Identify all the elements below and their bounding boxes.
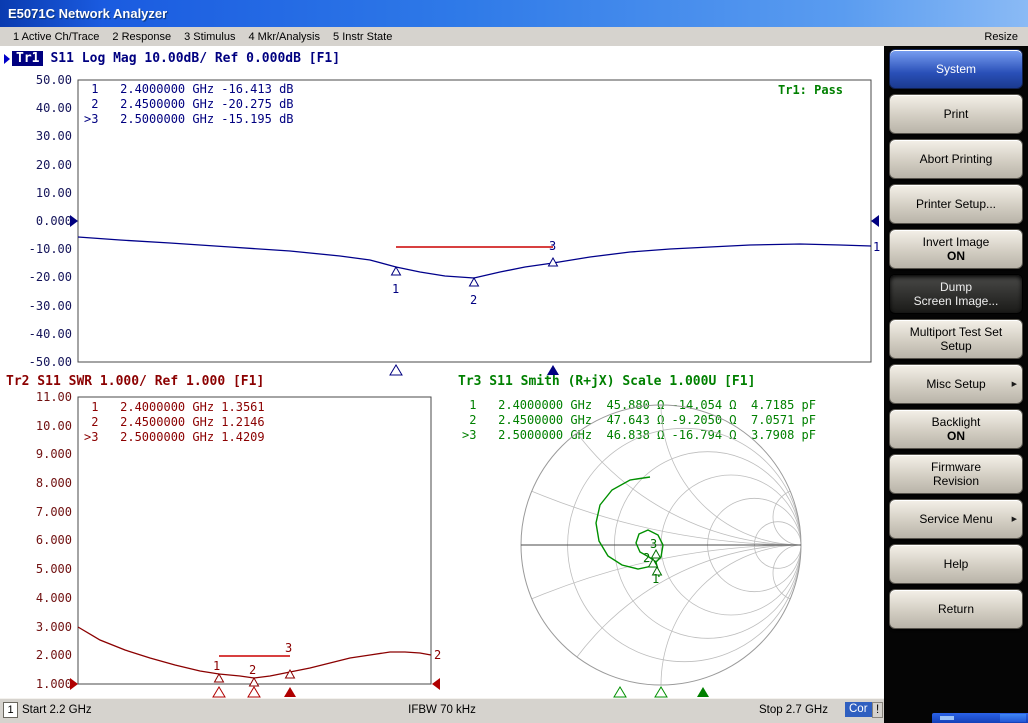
- limit-test-result: Tr1: Pass: [778, 83, 843, 97]
- softkey-help[interactable]: Help: [889, 544, 1023, 584]
- menu-item[interactable]: 1 Active Ch/Trace: [13, 31, 99, 43]
- menu-item[interactable]: 3 Stimulus: [184, 31, 235, 43]
- marker-readout-row: 1 2.4000000 GHz 45.880 Ω -14.054 Ω 4.718…: [462, 398, 816, 413]
- softkey-label: Service Menu: [919, 512, 992, 526]
- softkey-system[interactable]: System: [889, 49, 1023, 89]
- y-axis-tick: -50.00: [24, 355, 72, 369]
- y-axis-tick: 11.00: [24, 390, 72, 404]
- instrument-screen: E5071C Network Analyzer 1 Active Ch/Trac…: [0, 0, 1028, 723]
- menu-item[interactable]: 4 Mkr/Analysis: [248, 31, 320, 43]
- softkey-misc-setup[interactable]: Misc Setup ▶: [889, 364, 1023, 404]
- softkey-label: Revision: [933, 474, 979, 488]
- softkey-dump-screen-image[interactable]: DumpScreen Image...: [889, 274, 1023, 314]
- plot-area: [0, 46, 884, 698]
- y-axis-tick: 0.000: [24, 214, 72, 228]
- softkey-multiport-test-set-setup[interactable]: Multiport Test SetSetup: [889, 319, 1023, 359]
- resize-button[interactable]: Resize: [984, 31, 1018, 43]
- status-bar: 1 Start 2.2 GHz IFBW 70 kHz Stop 2.7 GHz…: [0, 698, 884, 723]
- window-title: E5071C Network Analyzer: [0, 0, 1028, 27]
- trace1-header: Tr1 S11 Log Mag 10.00dB/ Ref 0.000dB [F1…: [4, 51, 340, 66]
- softkey-print[interactable]: Print: [889, 94, 1023, 134]
- softkey-label: Setup: [940, 339, 971, 353]
- softkey-abort-printing[interactable]: Abort Printing: [889, 139, 1023, 179]
- softkey-label: Print: [944, 107, 969, 121]
- trace1-y-axis: 50.00 40.00 30.00 20.00 10.00 0.000 -10.00 -20.…: [24, 73, 72, 369]
- softkey-label: Multiport Test Set: [910, 325, 1002, 339]
- y-axis-tick: 5.000: [24, 562, 72, 576]
- softkey-label: Misc Setup: [926, 377, 985, 391]
- marker-readout-row: >3 2.5000000 GHz 1.4209: [84, 430, 265, 445]
- marker-readout-row: 1 2.4000000 GHz 1.3561: [84, 400, 265, 415]
- softkey-printer-setup[interactable]: Printer Setup...: [889, 184, 1023, 224]
- marker-readout-row: >3 2.5000000 GHz 46.838 Ω -16.794 Ω 3.79…: [462, 428, 816, 443]
- taskbar-fragment: [932, 713, 1028, 723]
- y-axis-tick: 30.00: [24, 129, 72, 143]
- trace1-marker-readout: 1 2.4000000 GHz -16.413 dB 2 2.4500000 G…: [84, 82, 294, 127]
- channel-indicator: 1: [3, 702, 18, 718]
- y-axis-tick: 2.000: [24, 648, 72, 662]
- softkey-label: Screen Image...: [914, 294, 999, 308]
- y-axis-tick: -10.00: [24, 242, 72, 256]
- menu-item[interactable]: 2 Response: [112, 31, 171, 43]
- taskbar-fragment-clock-area: [1000, 714, 1026, 722]
- marker-readout-row: 2 2.4500000 GHz 47.643 Ω -9.2050 Ω 7.057…: [462, 413, 816, 428]
- softkey-label: Backlight: [932, 415, 981, 429]
- menu-item[interactable]: 5 Instr State: [333, 31, 392, 43]
- y-axis-tick: 7.000: [24, 505, 72, 519]
- y-axis-tick: 1.000: [24, 677, 72, 691]
- y-axis-tick: 50.00: [24, 73, 72, 87]
- softkey-invert-image[interactable]: Invert ImageON: [889, 229, 1023, 269]
- softkey-label: Firmware: [931, 460, 981, 474]
- trace2-y-axis: 11.00 10.00 9.000 8.000 7.000 6.000 5.000 4.000…: [24, 390, 72, 691]
- softkey-label: ON: [947, 249, 965, 263]
- marker-readout-row: 2 2.4500000 GHz -20.275 dB: [84, 97, 294, 112]
- y-axis-tick: -20.00: [24, 270, 72, 284]
- softkey-menu: System Print Abort Printing Printer Setup..…: [884, 46, 1028, 723]
- softkey-service-menu[interactable]: Service Menu ▶: [889, 499, 1023, 539]
- y-axis-tick: -40.00: [24, 327, 72, 341]
- softkey-label: Printer Setup...: [916, 197, 996, 211]
- taskbar-fragment-highlight: [940, 716, 954, 720]
- softkey-label: Invert Image: [923, 235, 990, 249]
- y-axis-tick: 40.00: [24, 101, 72, 115]
- marker-readout-row: >3 2.5000000 GHz -15.195 dB: [84, 112, 294, 127]
- marker-readout-row: 1 2.4000000 GHz -16.413 dB: [84, 82, 294, 97]
- start-frequency: Start 2.2 GHz: [22, 703, 92, 717]
- y-axis-tick: -30.00: [24, 299, 72, 313]
- trace1-format: S11 Log Mag 10.00dB/ Ref 0.000dB [F1]: [50, 51, 340, 66]
- y-axis-tick: 9.000: [24, 447, 72, 461]
- active-trace-arrow-icon: [4, 54, 10, 64]
- y-axis-tick: 20.00: [24, 158, 72, 172]
- stop-frequency: Stop 2.7 GHz: [759, 703, 828, 717]
- title-bar: E5071C Network Analyzer: [0, 0, 1028, 27]
- submenu-arrow-icon: ▶: [1012, 515, 1017, 523]
- alert-indicator: !: [872, 702, 883, 718]
- softkey-firmware-revision[interactable]: FirmwareRevision: [889, 454, 1023, 494]
- correction-badge: Cor: [845, 702, 872, 717]
- trace3-header: Tr3 S11 Smith (R+jX) Scale 1.000U [F1]: [458, 374, 755, 389]
- menu-bar: 1 Active Ch/Trace 2 Response 3 Stimulus 4 M…: [0, 27, 1028, 47]
- submenu-arrow-icon: ▶: [1012, 380, 1017, 388]
- menu-items: 1 Active Ch/Trace 2 Response 3 Stimulus 4 M…: [0, 31, 392, 43]
- softkey-label: Help: [944, 557, 969, 571]
- softkey-return[interactable]: Return: [889, 589, 1023, 629]
- softkey-label: System: [936, 62, 976, 76]
- y-axis-tick: 10.00: [24, 419, 72, 433]
- marker-readout-row: 2 2.4500000 GHz 1.2146: [84, 415, 265, 430]
- softkey-backlight[interactable]: BacklightON: [889, 409, 1023, 449]
- trace1-badge[interactable]: Tr1: [12, 51, 43, 66]
- y-axis-tick: 6.000: [24, 533, 72, 547]
- y-axis-tick: 10.00: [24, 186, 72, 200]
- trace2-header: Tr2 S11 SWR 1.000/ Ref 1.000 [F1]: [6, 374, 264, 389]
- y-axis-tick: 3.000: [24, 620, 72, 634]
- softkey-label: Abort Printing: [920, 152, 993, 166]
- ifbw-readout: IFBW 70 kHz: [408, 703, 476, 717]
- softkey-label: ON: [947, 429, 965, 443]
- y-axis-tick: 4.000: [24, 591, 72, 605]
- softkey-label: Dump: [940, 280, 972, 294]
- softkey-label: Return: [938, 602, 974, 616]
- y-axis-tick: 8.000: [24, 476, 72, 490]
- trace2-marker-readout: 1 2.4000000 GHz 1.3561 2 2.4500000 GHz 1…: [84, 400, 265, 445]
- trace3-marker-readout: 1 2.4000000 GHz 45.880 Ω -14.054 Ω 4.718…: [462, 398, 816, 443]
